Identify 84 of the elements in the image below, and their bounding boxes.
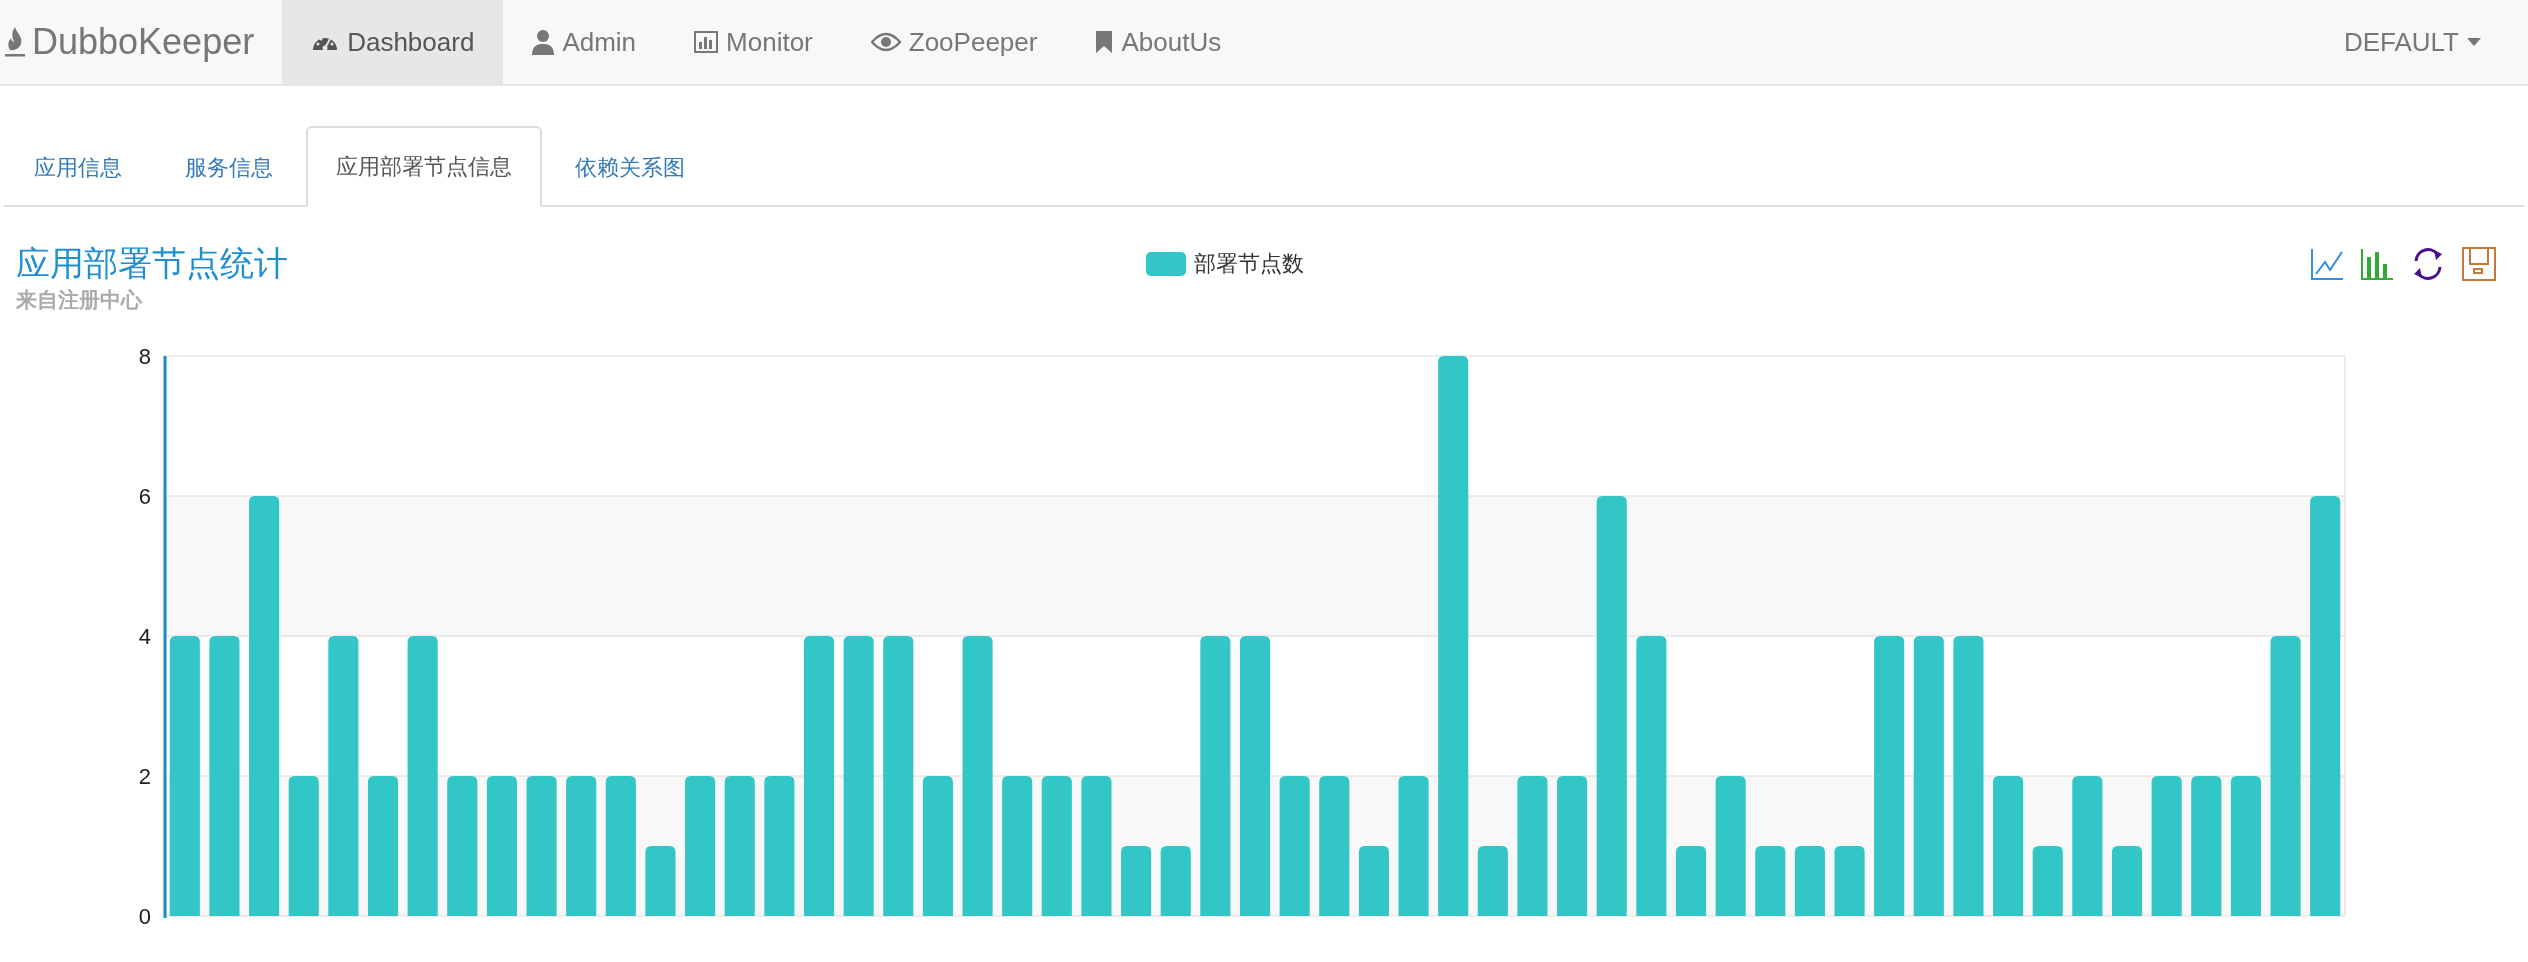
caret-icon bbox=[2467, 38, 2481, 46]
chart-bar[interactable] bbox=[1557, 776, 1588, 916]
tab[interactable]: 应用信息 bbox=[4, 126, 152, 207]
chart-bar[interactable] bbox=[2230, 776, 2261, 916]
chart-bar[interactable] bbox=[2310, 496, 2341, 916]
chart-bar[interactable] bbox=[2270, 636, 2301, 916]
chart-bar[interactable] bbox=[605, 776, 636, 916]
chart-bar[interactable] bbox=[1993, 776, 2024, 916]
chart-bar[interactable] bbox=[486, 776, 517, 916]
bar-chart-icon bbox=[694, 30, 719, 54]
eye-icon bbox=[870, 32, 901, 52]
chart-bar[interactable] bbox=[1358, 846, 1389, 916]
chart-bar[interactable] bbox=[962, 636, 993, 916]
chart-bar[interactable] bbox=[685, 776, 716, 916]
chart-bar[interactable] bbox=[1675, 846, 1707, 916]
chart-bar[interactable] bbox=[1002, 776, 1033, 916]
chart-bar[interactable] bbox=[1477, 846, 1508, 916]
chart-bar[interactable] bbox=[2151, 776, 2182, 916]
chart-bar[interactable] bbox=[883, 636, 914, 916]
chart-bar[interactable] bbox=[1200, 636, 1231, 916]
axis-tick-label: 0 bbox=[138, 904, 151, 929]
axis-tick-label: 6 bbox=[138, 484, 151, 509]
chart-bar[interactable] bbox=[1239, 636, 1271, 916]
chart-bar[interactable] bbox=[447, 776, 478, 916]
save-icon[interactable] bbox=[2462, 247, 2496, 281]
chart-bar[interactable] bbox=[1636, 636, 1667, 916]
chart-bar[interactable] bbox=[1874, 636, 1905, 916]
chart-bar[interactable] bbox=[1517, 776, 1548, 916]
chart-bar[interactable] bbox=[566, 776, 597, 916]
axis-tick-label: 2 bbox=[138, 764, 151, 789]
chart-bar[interactable] bbox=[2191, 776, 2222, 916]
chart-bar[interactable] bbox=[169, 636, 200, 916]
chart-bar[interactable] bbox=[803, 636, 835, 916]
chart-bar[interactable] bbox=[1794, 846, 1825, 916]
chart-bar[interactable] bbox=[1398, 776, 1429, 916]
chart-bar[interactable] bbox=[2032, 846, 2063, 916]
chart-bar[interactable] bbox=[843, 636, 874, 916]
user-icon bbox=[532, 29, 555, 55]
chart-bar[interactable] bbox=[2111, 846, 2143, 916]
chart-bar[interactable] bbox=[1121, 846, 1152, 916]
bar-chart-icon[interactable] bbox=[2360, 247, 2394, 281]
chart-bar[interactable] bbox=[764, 776, 795, 916]
chart-bar[interactable] bbox=[724, 776, 755, 916]
nav-item[interactable]: Dashboard bbox=[282, 0, 504, 84]
nav-item[interactable]: Monitor bbox=[665, 0, 842, 84]
environment-dropdown[interactable]: DEFAULT bbox=[2314, 0, 2510, 84]
chart-bar[interactable] bbox=[1041, 776, 1072, 916]
chart-bar[interactable] bbox=[209, 636, 240, 916]
tab[interactable]: 依赖关系图 bbox=[545, 126, 715, 207]
flame-icon bbox=[4, 26, 26, 58]
legend-label[interactable]: 部署节点数 bbox=[1194, 247, 1304, 280]
chart-bar[interactable] bbox=[1279, 776, 1310, 916]
chart-bar[interactable] bbox=[1755, 846, 1786, 916]
chart-bar[interactable] bbox=[1953, 636, 1984, 916]
chart-bar[interactable] bbox=[328, 636, 359, 916]
chart-bar[interactable] bbox=[1319, 776, 1350, 916]
chart-bar[interactable] bbox=[1438, 356, 1469, 916]
chart-bar[interactable] bbox=[1834, 846, 1865, 916]
nav-item[interactable]: ZooPeeper bbox=[841, 0, 1067, 84]
chart-bar[interactable] bbox=[1913, 636, 1944, 916]
tab[interactable]: 应用部署节点信息 bbox=[306, 126, 542, 207]
tab[interactable]: 服务信息 bbox=[155, 126, 303, 207]
chart-bar[interactable] bbox=[2072, 776, 2103, 916]
chart-bar[interactable] bbox=[1596, 496, 1627, 916]
brand-title[interactable]: DubboKeeper bbox=[32, 15, 255, 69]
chart-bar[interactable] bbox=[645, 846, 676, 916]
chart-bar[interactable] bbox=[922, 776, 953, 916]
nav-item[interactable]: Admin bbox=[503, 0, 666, 84]
bookmark-icon bbox=[1095, 30, 1114, 54]
line-chart-icon[interactable] bbox=[2310, 247, 2344, 281]
chart-bar[interactable] bbox=[1715, 776, 1746, 916]
chart-subtitle: 来自注册中心 bbox=[16, 286, 143, 313]
nav-item[interactable]: AboutUs bbox=[1066, 0, 1251, 84]
chart-bar[interactable] bbox=[526, 776, 557, 916]
chart-bar[interactable] bbox=[1081, 776, 1112, 916]
chart-bar[interactable] bbox=[1160, 846, 1191, 916]
chart-bar[interactable] bbox=[288, 776, 319, 916]
legend-swatch[interactable] bbox=[1146, 251, 1186, 276]
chart-title: 应用部署节点统计 bbox=[16, 243, 289, 284]
chart-bar[interactable] bbox=[249, 496, 280, 916]
axis-tick-label: 4 bbox=[138, 624, 151, 649]
chart-bar[interactable] bbox=[367, 776, 399, 916]
chart-bar[interactable] bbox=[407, 636, 438, 916]
axis-tick-label: 8 bbox=[138, 344, 151, 369]
